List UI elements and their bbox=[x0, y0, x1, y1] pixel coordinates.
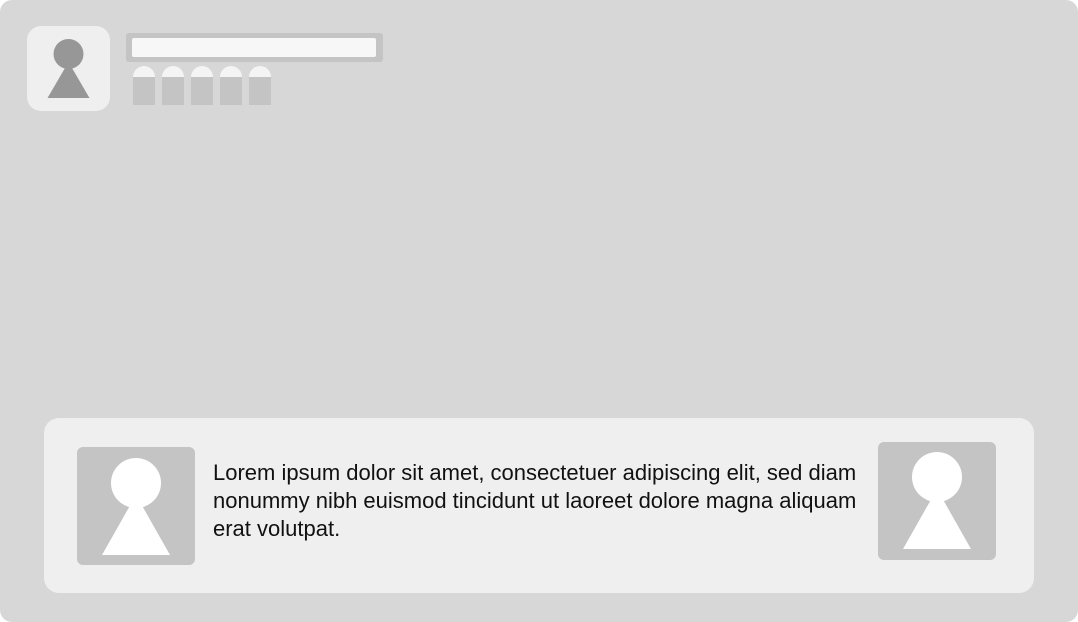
profile-avatar[interactable] bbox=[27, 26, 110, 111]
sender-avatar[interactable] bbox=[77, 447, 195, 565]
profile-name-input[interactable] bbox=[132, 38, 376, 57]
app-screen: Lorem ipsum dolor sit amet, consectetuer… bbox=[0, 0, 1078, 622]
profile-name-field[interactable] bbox=[126, 33, 383, 62]
recipient-avatar[interactable] bbox=[878, 442, 996, 560]
user-placeholder-icon bbox=[47, 39, 90, 98]
user-placeholder-icon bbox=[102, 458, 170, 555]
rating-chip-4[interactable] bbox=[220, 66, 242, 105]
rating-chip-3[interactable] bbox=[191, 66, 213, 105]
rating-chip-1[interactable] bbox=[133, 66, 155, 105]
rating-chip-2[interactable] bbox=[162, 66, 184, 105]
user-placeholder-icon bbox=[903, 452, 971, 549]
message-text: Lorem ipsum dolor sit amet, consectetuer… bbox=[213, 460, 857, 541]
message-card: Lorem ipsum dolor sit amet, consectetuer… bbox=[44, 418, 1034, 593]
rating-chip-5[interactable] bbox=[249, 66, 271, 105]
